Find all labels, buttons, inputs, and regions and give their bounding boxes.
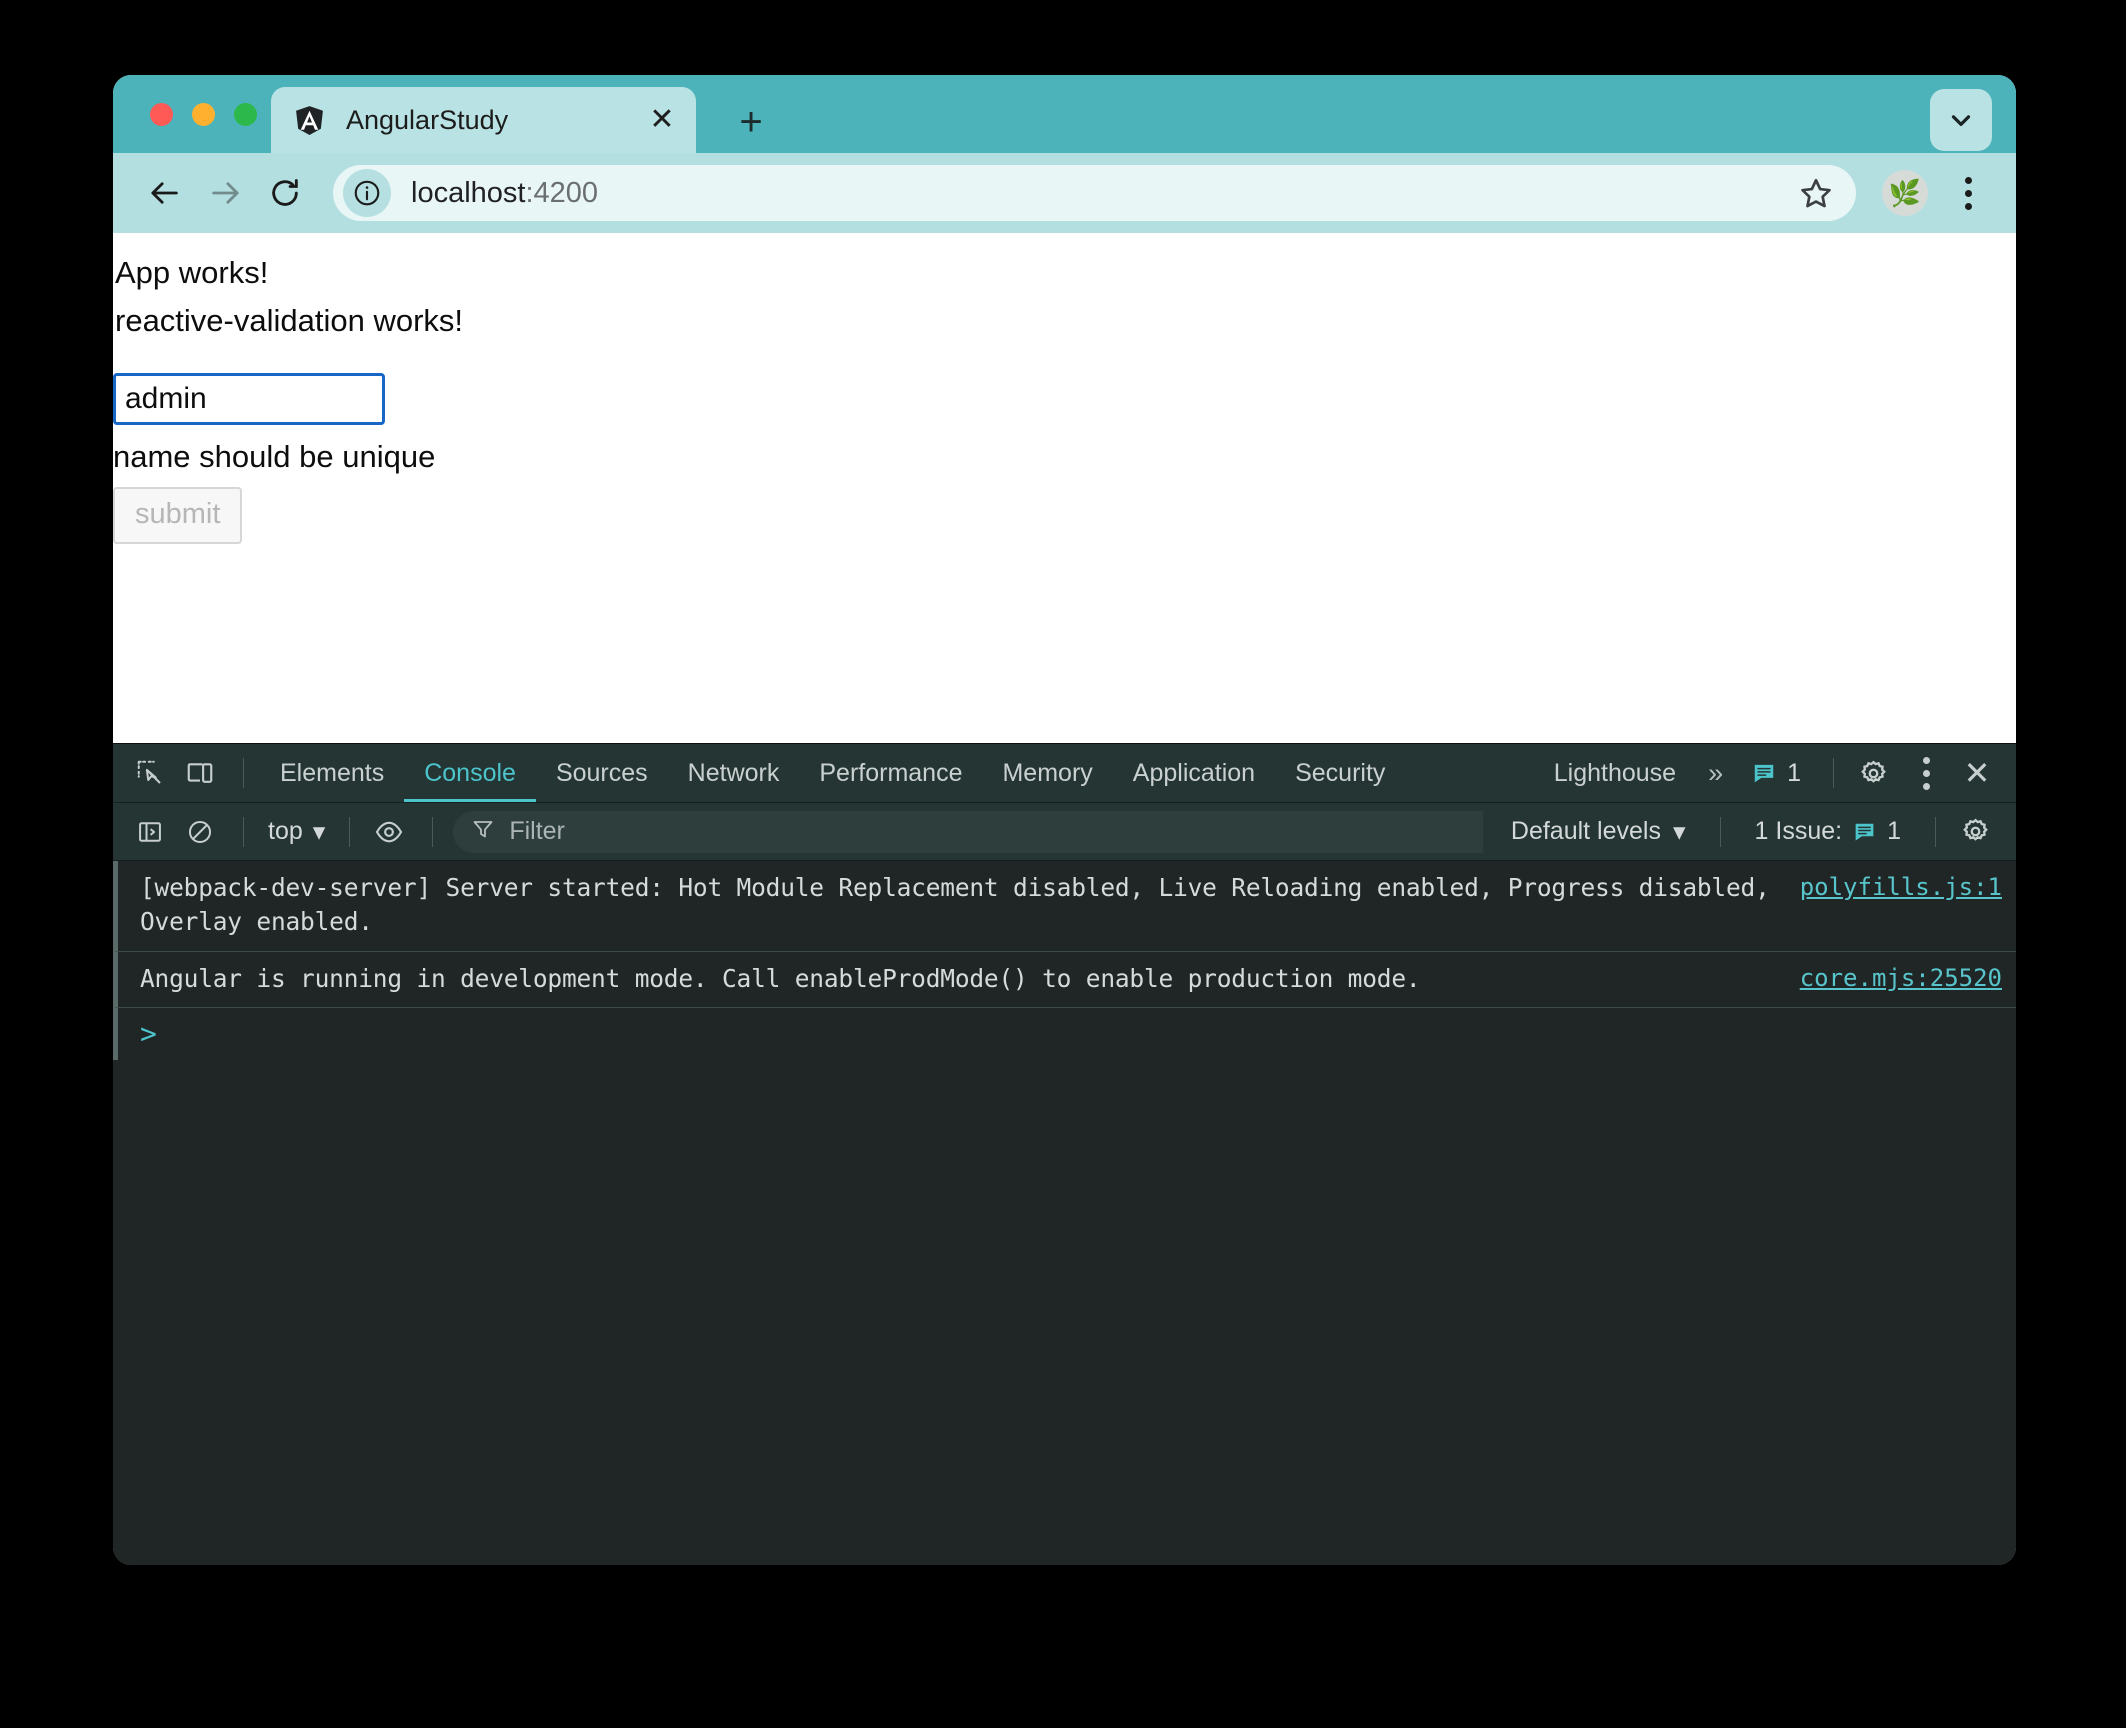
browser-window: AngularStudy ✕ + localhost:4200 🌿 App wo… <box>113 75 2016 1565</box>
devtools-tab-application[interactable]: Application <box>1113 744 1275 802</box>
console-message-source[interactable]: polyfills.js:1 <box>1800 871 2002 901</box>
new-tab-button[interactable]: + <box>728 99 774 145</box>
issues-count: 1 <box>1787 758 1801 787</box>
page-title: App works! <box>115 255 269 290</box>
submit-button[interactable]: submit <box>113 487 243 544</box>
console-message-text: Angular is running in development mode. … <box>140 963 1421 993</box>
avatar[interactable]: 🌿 <box>1882 170 1928 216</box>
window-traffic-lights <box>150 103 257 126</box>
url-host: localhost <box>411 176 526 209</box>
filter-icon <box>471 817 495 846</box>
angular-icon <box>293 104 326 137</box>
console-message-source[interactable]: core.mjs:25520 <box>1800 962 2002 992</box>
prompt-chevron-icon: > <box>140 1017 157 1051</box>
console-message-row[interactable]: [webpack-dev-server] Server started: Hot… <box>113 861 2016 952</box>
log-levels-label: Default levels <box>1510 817 1661 845</box>
back-arrow-icon[interactable] <box>135 163 195 223</box>
issue-icon <box>1754 764 1774 783</box>
more-tabs-icon[interactable]: » <box>1696 744 1735 802</box>
info-circle-icon[interactable] <box>343 169 391 217</box>
divider <box>1719 816 1721 847</box>
devtools-more-options-icon[interactable] <box>1900 747 1952 799</box>
devtools-tab-sources[interactable]: Sources <box>536 744 668 802</box>
close-icon[interactable]: ✕ <box>642 100 682 140</box>
kebab-menu-icon[interactable] <box>1942 167 1994 219</box>
issues-summary[interactable]: 1 Issue: 1 <box>1737 817 1919 846</box>
url-text: localhost:4200 <box>411 177 1794 210</box>
devtools-panel: Elements Console Sources Network Perform… <box>113 743 2016 1565</box>
devtools-tab-security[interactable]: Security <box>1275 744 1405 802</box>
tab-strip: AngularStudy ✕ + <box>113 75 2016 153</box>
log-levels-select[interactable]: Default levels ▾ <box>1493 817 1704 847</box>
issues-badge[interactable]: 1 <box>1735 759 1817 788</box>
page-viewport: App works! reactive-validation works! na… <box>113 233 2016 743</box>
browser-toolbar: localhost:4200 🌿 <box>113 153 2016 233</box>
star-icon[interactable] <box>1794 171 1838 215</box>
component-title: reactive-validation works! <box>115 303 464 338</box>
tab-title: AngularStudy <box>346 104 509 135</box>
console-settings-gear-icon[interactable] <box>1952 809 1998 855</box>
divider <box>243 816 244 847</box>
name-input[interactable] <box>113 373 385 425</box>
chevron-down-icon: ▾ <box>312 817 326 846</box>
issues-count: 1 <box>1887 817 1901 845</box>
divider <box>432 816 434 847</box>
live-expression-icon[interactable] <box>366 809 412 855</box>
validation-message: name should be unique <box>113 439 436 474</box>
devtools-tabbar: Elements Console Sources Network Perform… <box>113 744 2016 803</box>
clear-console-icon[interactable] <box>177 809 223 855</box>
devtools-tab-elements[interactable]: Elements <box>260 744 404 802</box>
devtools-tab-network[interactable]: Network <box>668 744 800 802</box>
devtools-tab-performance[interactable]: Performance <box>799 744 982 802</box>
divider <box>1833 758 1834 788</box>
url-port: :4200 <box>525 176 599 209</box>
close-icon[interactable]: ✕ <box>1952 754 2002 792</box>
divider <box>1935 816 1936 847</box>
console-message-list: [webpack-dev-server] Server started: Hot… <box>113 861 2016 1565</box>
issues-label: 1 Issue: <box>1754 817 1843 845</box>
devtools-tab-console[interactable]: Console <box>404 744 536 802</box>
minimize-window-button[interactable] <box>192 103 215 126</box>
address-bar[interactable]: localhost:4200 <box>333 165 1856 221</box>
zoom-window-button[interactable] <box>234 103 257 126</box>
console-filter-input[interactable]: Filter <box>453 810 1483 853</box>
close-window-button[interactable] <box>150 103 173 126</box>
context-label: top <box>268 817 303 845</box>
divider <box>243 758 244 788</box>
chevron-down-icon: ▾ <box>1672 817 1686 846</box>
issue-icon <box>1855 823 1874 841</box>
console-sidebar-icon[interactable] <box>127 809 173 855</box>
devtools-tab-memory[interactable]: Memory <box>982 744 1112 802</box>
device-toolbar-icon[interactable] <box>177 750 223 796</box>
browser-tab-angularstudy[interactable]: AngularStudy ✕ <box>271 87 696 153</box>
console-message-row[interactable]: Angular is running in development mode. … <box>113 951 2016 1009</box>
reload-icon[interactable] <box>255 163 315 223</box>
devtools-tab-lighthouse[interactable]: Lighthouse <box>1534 744 1696 802</box>
divider <box>349 816 351 847</box>
gear-icon[interactable] <box>1850 750 1896 796</box>
execution-context-select[interactable]: top ▾ <box>260 817 333 847</box>
filter-placeholder: Filter <box>509 817 565 845</box>
forward-arrow-icon[interactable] <box>195 163 255 223</box>
console-toolbar: top ▾ Filter Default levels ▾ 1 Issue: 1 <box>113 803 2016 861</box>
chevron-down-icon[interactable] <box>1930 89 1992 151</box>
console-message-text: [webpack-dev-server] Server started: Hot… <box>140 873 1770 936</box>
console-prompt[interactable]: > <box>113 1008 2016 1061</box>
inspect-element-icon[interactable] <box>127 750 173 796</box>
